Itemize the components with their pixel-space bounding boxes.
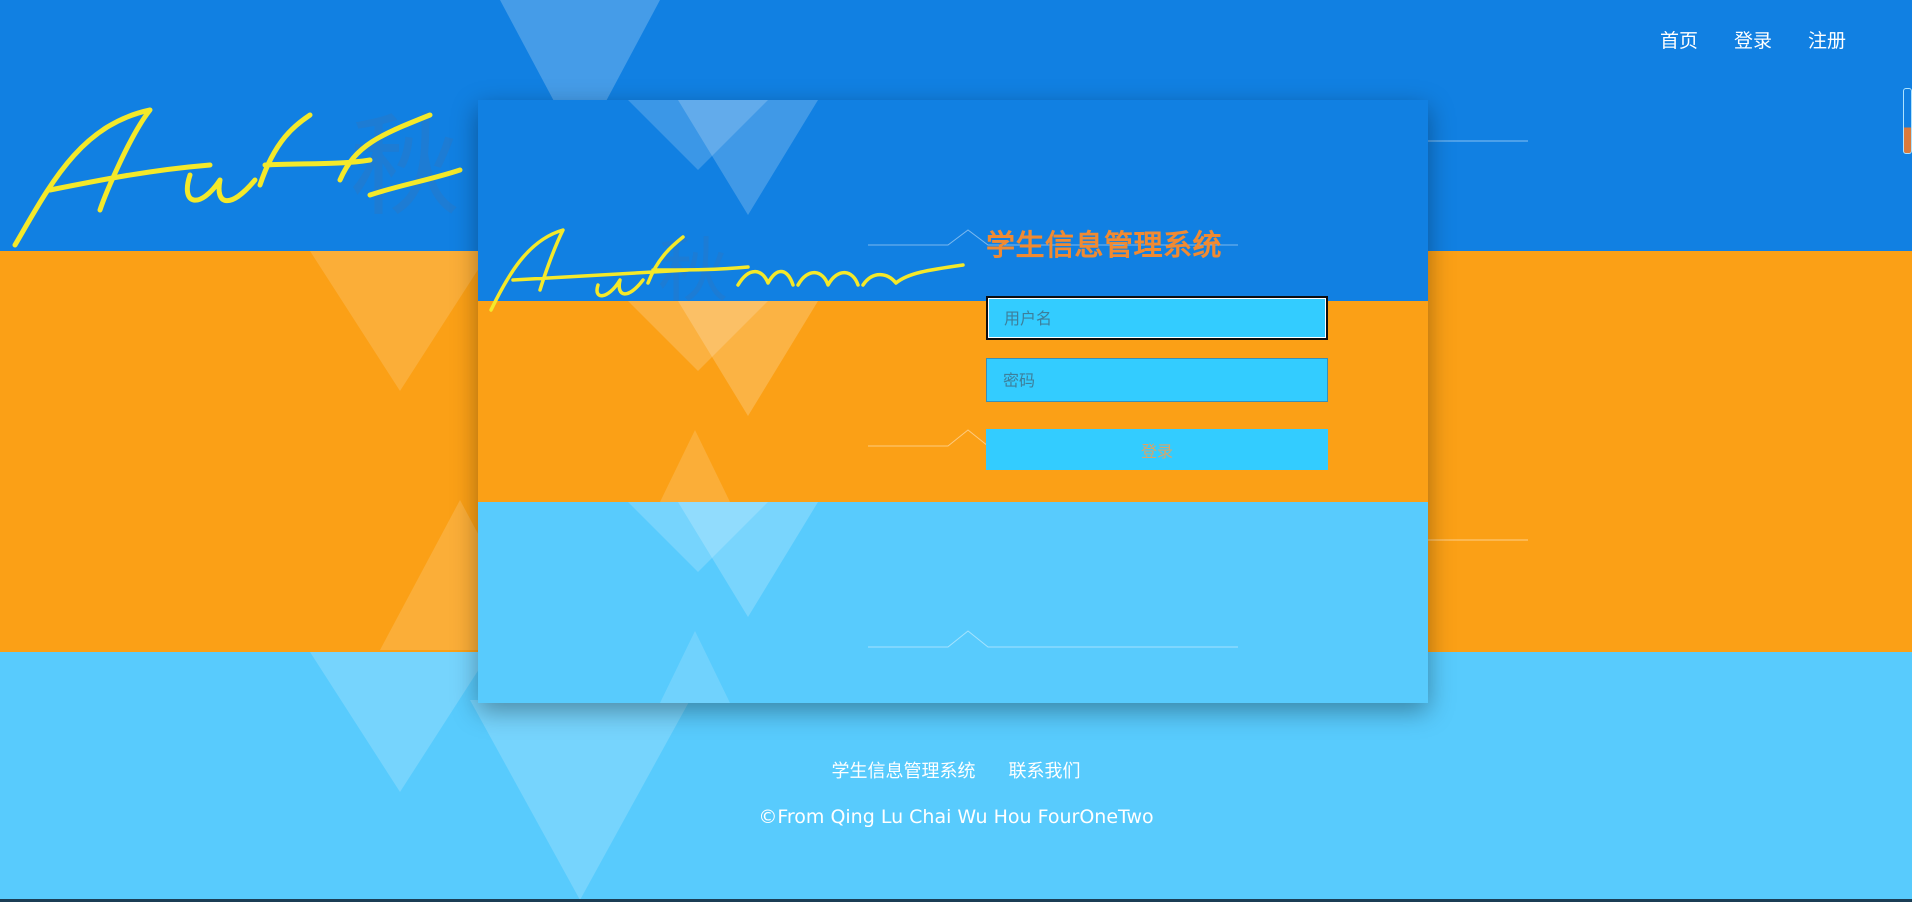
card-band-blue — [478, 100, 1428, 301]
footer-link-contact[interactable]: 联系我们 — [1009, 761, 1081, 782]
username-input[interactable] — [986, 296, 1328, 340]
top-nav: 首页 登录 注册 — [1660, 26, 1846, 53]
scrollbar-thumb[interactable] — [1903, 88, 1912, 154]
footer-link-system[interactable]: 学生信息管理系统 — [831, 761, 975, 782]
nav-login-link[interactable]: 登录 — [1734, 26, 1772, 53]
login-card: 秋 学生信息管理系统 登录 — [478, 100, 1428, 703]
nav-home-link[interactable]: 首页 — [1660, 26, 1698, 53]
copyright-text: ©From Qing Lu Chai Wu Hou FourOneTwo — [758, 806, 1154, 828]
card-band-light-blue — [478, 502, 1428, 703]
login-button[interactable]: 登录 — [986, 429, 1328, 470]
footer-links: 学生信息管理系统 联系我们 — [0, 757, 1912, 783]
password-input[interactable] — [986, 358, 1328, 402]
nav-register-link[interactable]: 注册 — [1808, 26, 1846, 53]
system-title: 学生信息管理系统 — [986, 228, 1223, 262]
